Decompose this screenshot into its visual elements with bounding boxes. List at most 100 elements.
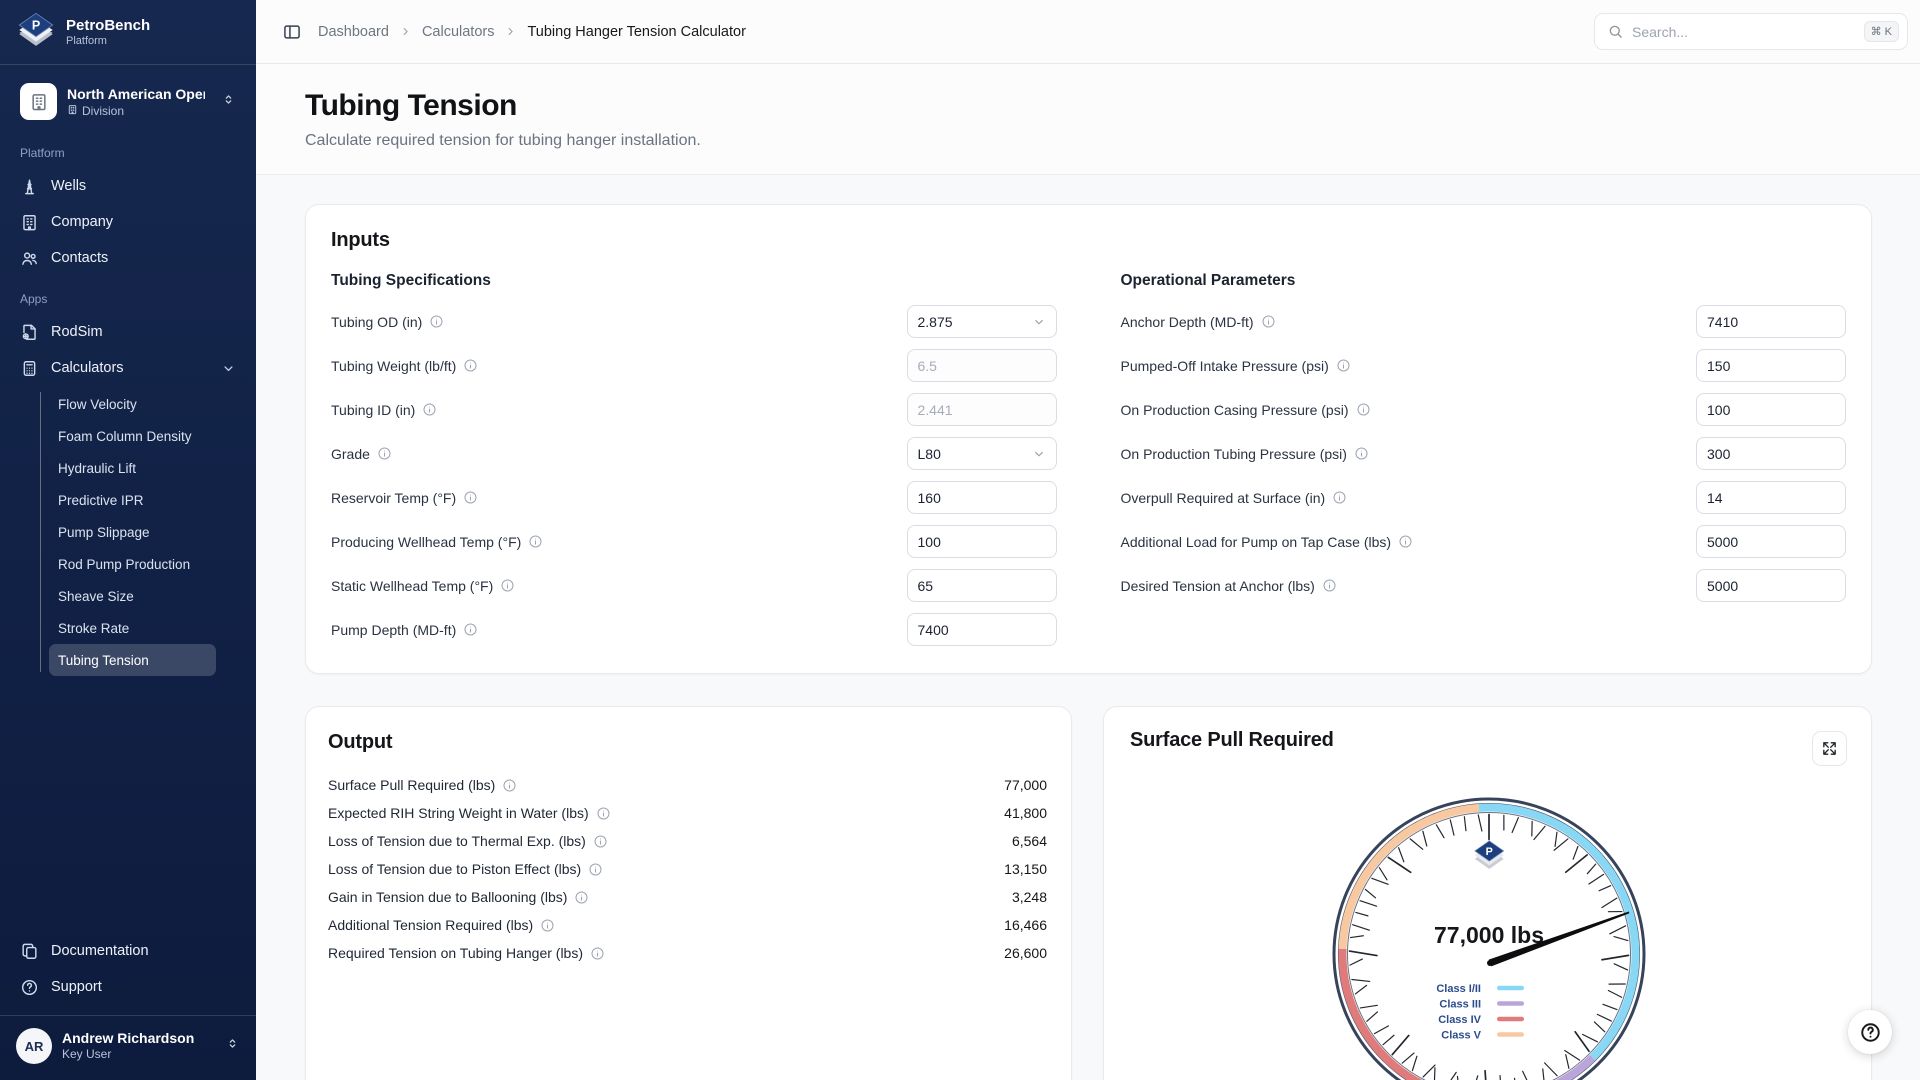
grade-select[interactable]: L80: [907, 437, 1057, 470]
producing-wellhead-temp-f-input[interactable]: 100: [907, 525, 1057, 558]
output-row: Additional Tension Required (lbs) 16,466: [328, 911, 1047, 939]
search-input[interactable]: [1632, 24, 1856, 40]
on-production-casing-pressure-psi-input[interactable]: 100: [1696, 393, 1846, 426]
field-value: L80: [918, 446, 941, 462]
sidebar-subitem-flow-velocity[interactable]: Flow Velocity: [49, 388, 216, 420]
static-wellhead-temp-f-input[interactable]: 65: [907, 569, 1057, 602]
copy-pages-icon: [20, 942, 39, 961]
info-icon[interactable]: [1332, 490, 1347, 505]
sidebar-subitem-pump-slippage[interactable]: Pump Slippage: [49, 516, 216, 548]
info-icon[interactable]: [429, 314, 444, 329]
info-icon[interactable]: [463, 358, 478, 373]
org-switcher[interactable]: North American Operations Division: [12, 77, 244, 126]
gauge-title: Surface Pull Required: [1130, 729, 1334, 752]
output-label: Loss of Tension due to Piston Effect (lb…: [328, 861, 603, 877]
field-row: Anchor Depth (MD-ft) 7410: [1121, 305, 1847, 338]
sidebar-item-wells[interactable]: Wells: [0, 168, 256, 204]
expand-button[interactable]: [1812, 731, 1847, 766]
sidebar-item-label: Contacts: [51, 250, 108, 266]
field-row: On Production Tubing Pressure (psi) 300: [1121, 437, 1847, 470]
info-icon[interactable]: [463, 622, 478, 637]
info-icon[interactable]: [502, 778, 517, 793]
derrick-icon: [20, 177, 39, 196]
info-icon[interactable]: [1322, 578, 1337, 593]
sidebar-subitem-sheave-size[interactable]: Sheave Size: [49, 580, 216, 612]
help-button[interactable]: [1848, 1010, 1892, 1054]
output-label: Gain in Tension due to Ballooning (lbs): [328, 889, 589, 905]
sidebar-subitem-foam-column-density[interactable]: Foam Column Density: [49, 420, 216, 452]
field-row: Overpull Required at Surface (in) 14: [1121, 481, 1847, 514]
pump-depth-md-ft-input[interactable]: 7400: [907, 613, 1057, 646]
overpull-required-at-surface-in-input[interactable]: 14: [1696, 481, 1846, 514]
legend-label: Class III: [1439, 999, 1481, 1011]
sidebar-subitem-predictive-ipr[interactable]: Predictive IPR: [49, 484, 216, 516]
sidebar-item-calculators[interactable]: Calculators: [0, 350, 256, 386]
info-icon[interactable]: [574, 890, 589, 905]
breadcrumb-item[interactable]: Calculators: [422, 24, 495, 40]
info-icon[interactable]: [1336, 358, 1351, 373]
gauge-value: 77,000 lbs: [1434, 922, 1544, 948]
sidebar-item-support[interactable]: Support: [0, 969, 256, 1005]
reservoir-temp-f-input[interactable]: 160: [907, 481, 1057, 514]
info-icon[interactable]: [463, 490, 478, 505]
info-icon[interactable]: [590, 946, 605, 961]
sidebar-subitem-stroke-rate[interactable]: Stroke Rate: [49, 612, 216, 644]
breadcrumb-item[interactable]: Dashboard: [318, 24, 389, 40]
legend-swatch: [1497, 1017, 1524, 1022]
tubing-specifications-title: Tubing Specifications: [331, 272, 1057, 290]
sidebar-subitem-rod-pump-production[interactable]: Rod Pump Production: [49, 548, 216, 580]
output-value: 77,000: [1004, 777, 1047, 793]
sidebar-subitem-tubing-tension[interactable]: Tubing Tension: [49, 644, 216, 676]
field-value: 5000: [1707, 534, 1738, 550]
field-row: Tubing ID (in) 2.441: [331, 393, 1057, 426]
operational-parameters-column: Operational Parameters Anchor Depth (MD-…: [1121, 272, 1847, 657]
gauge-svg: P77,000 lbsClass I/IIClass IIIClass IVCl…: [1329, 794, 1649, 1080]
building-icon: [20, 213, 39, 232]
anchor-depth-md-ft-input[interactable]: 7410: [1696, 305, 1846, 338]
user-menu[interactable]: AR Andrew Richardson Key User: [0, 1016, 256, 1080]
sidebar-toggle-button[interactable]: [278, 18, 306, 46]
field-label: Anchor Depth (MD-ft): [1121, 314, 1276, 330]
field-value: 14: [1707, 490, 1723, 506]
field-value: 150: [1707, 358, 1730, 374]
info-icon[interactable]: [500, 578, 515, 593]
output-row: Gain in Tension due to Ballooning (lbs) …: [328, 883, 1047, 911]
subnav-guide-line: [40, 392, 41, 672]
info-icon[interactable]: [1354, 446, 1369, 461]
field-label: Tubing Weight (lb/ft): [331, 358, 478, 374]
tubing-od-in-select[interactable]: 2.875: [907, 305, 1057, 338]
info-icon[interactable]: [528, 534, 543, 549]
info-icon[interactable]: [1356, 402, 1371, 417]
chevron-down-icon: [1032, 447, 1046, 461]
brand: P PetroBench Platform: [0, 0, 256, 64]
desired-tension-at-anchor-lbs-input[interactable]: 5000: [1696, 569, 1846, 602]
output-row: Required Tension on Tubing Hanger (lbs) …: [328, 939, 1047, 967]
legend-swatch: [1497, 986, 1524, 991]
field-value: 160: [918, 490, 941, 506]
search-icon: [1607, 23, 1624, 40]
info-icon[interactable]: [1398, 534, 1413, 549]
on-production-tubing-pressure-psi-input[interactable]: 300: [1696, 437, 1846, 470]
legend-label: Class I/II: [1436, 983, 1481, 995]
sidebar-section-label: Apps: [0, 292, 256, 306]
tubing-specifications-column: Tubing Specifications Tubing OD (in) 2.8…: [331, 272, 1057, 657]
sidebar-item-rodsim[interactable]: RodSim: [0, 314, 256, 350]
pumped-off-intake-pressure-psi-input[interactable]: 150: [1696, 349, 1846, 382]
sidebar-item-contacts[interactable]: Contacts: [0, 240, 256, 276]
sidebar-section-label: Platform: [0, 146, 256, 160]
additional-load-for-pump-on-tap-case-lbs-input[interactable]: 5000: [1696, 525, 1846, 558]
breadcrumb-item: Tubing Hanger Tension Calculator: [527, 24, 745, 40]
org-building-icon: [20, 83, 57, 120]
info-icon[interactable]: [1261, 314, 1276, 329]
sidebar-item-company[interactable]: Company: [0, 204, 256, 240]
info-icon[interactable]: [540, 918, 555, 933]
chevron-down-icon: [221, 361, 236, 376]
info-icon[interactable]: [588, 862, 603, 877]
info-icon[interactable]: [377, 446, 392, 461]
sidebar-item-documentation[interactable]: Documentation: [0, 933, 256, 969]
info-icon[interactable]: [422, 402, 437, 417]
info-icon[interactable]: [593, 834, 608, 849]
sidebar-subitem-hydraulic-lift[interactable]: Hydraulic Lift: [49, 452, 216, 484]
field-row: Static Wellhead Temp (°F) 65: [331, 569, 1057, 602]
info-icon[interactable]: [596, 806, 611, 821]
